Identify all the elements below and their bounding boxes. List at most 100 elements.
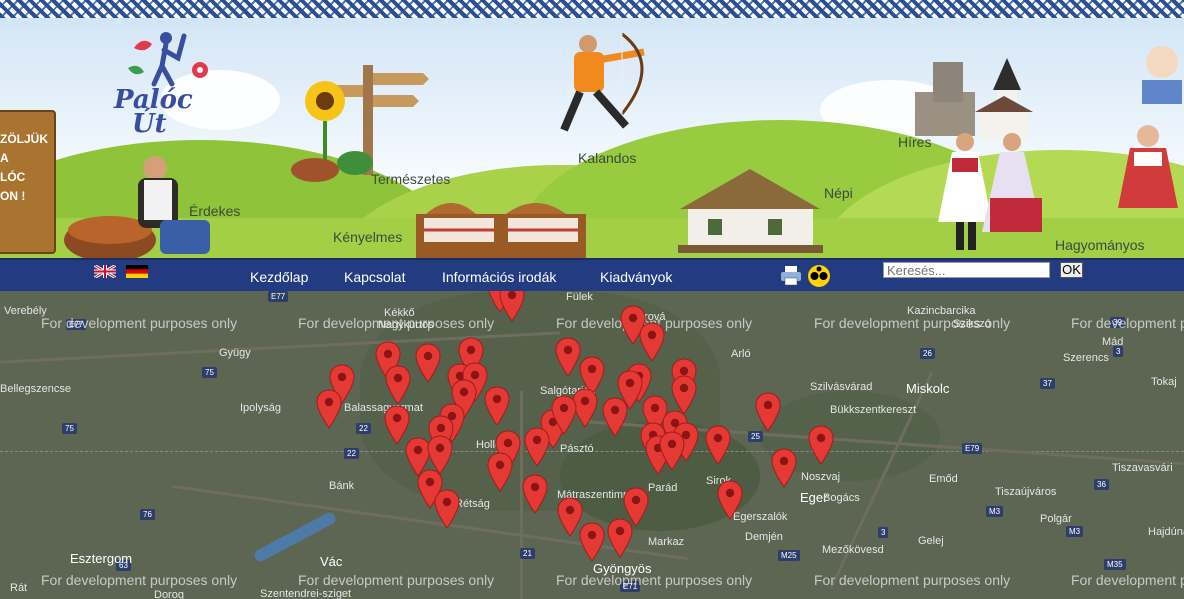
map-marker-pin-icon[interactable]: [607, 518, 633, 558]
map-watermark: For development purposes only: [41, 572, 238, 588]
map-marker-pin-icon[interactable]: [484, 386, 510, 426]
search-ok-button[interactable]: OK: [1060, 262, 1083, 278]
header-banner: Palóc Út ZÖLJÜK A LÓC ON ! Érdekes Termé…: [0, 0, 1184, 258]
town-label: Arló: [731, 348, 751, 360]
town-label: Bükkszentkereszt: [830, 404, 917, 416]
map-marker-pin-icon[interactable]: [524, 427, 550, 467]
sign-line: ON !: [0, 189, 26, 203]
map-marker-pin-icon[interactable]: [499, 291, 525, 322]
map-marker-pin-icon[interactable]: [415, 343, 441, 383]
road-shield: 22: [356, 423, 371, 434]
wooden-sign: ZÖLJÜK A LÓC ON !: [0, 110, 56, 254]
road-shield: 75: [62, 423, 77, 434]
map-marker-pin-icon[interactable]: [659, 431, 685, 471]
map-marker-pin-icon[interactable]: [771, 448, 797, 488]
logo-text: Palóc Út: [114, 87, 193, 137]
road-shield: 3: [878, 527, 889, 538]
sign-line: ZÖLJÜK: [0, 132, 48, 146]
english-flag-icon[interactable]: [94, 265, 116, 278]
category-nepi[interactable]: Népi: [824, 185, 853, 201]
town-label: Tiszavasvári: [1112, 462, 1173, 474]
map-watermark: For development purposes only: [814, 572, 1011, 588]
town-label: Gyügy: [219, 347, 251, 359]
map-watermark: For development purposes only: [814, 315, 1011, 331]
map-marker-pin-icon[interactable]: [639, 322, 665, 362]
category-termeszetes[interactable]: Természetes: [371, 171, 450, 187]
accessibility-icon[interactable]: [807, 264, 831, 288]
town-label: Szilvásvárad: [810, 381, 873, 393]
town-label: Szentendrei-sziget: [260, 588, 352, 599]
road-shield: 75: [202, 367, 217, 378]
road-shield: 21: [520, 548, 535, 559]
folk-dolls-image: [1118, 46, 1182, 208]
map-marker-pin-icon[interactable]: [385, 365, 411, 405]
town-label: Gelej: [918, 535, 944, 547]
road-shield: 76: [140, 509, 155, 520]
map-marker-pin-icon[interactable]: [434, 489, 460, 529]
map-marker-pin-icon[interactable]: [808, 425, 834, 465]
road-shield: M3: [986, 506, 1004, 517]
town-label: Tiszaújváros: [995, 486, 1057, 498]
town-label: Vác: [320, 554, 343, 569]
sign-line: LÓC: [0, 170, 26, 184]
town-label: Polgár: [1040, 513, 1072, 525]
map-view[interactable]: E77 E77 75 75 22 22 76 63 21 E71 25 26 3…: [0, 291, 1184, 599]
road-shield: 37: [1040, 378, 1055, 389]
road-shield: 22: [344, 448, 359, 459]
palocut-logo[interactable]: Palóc Út: [114, 28, 214, 148]
map-marker-pin-icon[interactable]: [705, 425, 731, 465]
town-label: Ipolyság: [240, 402, 281, 414]
road-shield: E77: [268, 291, 289, 302]
map-watermark: For development purposes only: [556, 572, 753, 588]
folk-dancers-image: [938, 133, 1042, 250]
sign-line: A: [0, 151, 9, 165]
town-label: Demjén: [745, 531, 783, 543]
map-watermark: For development purposes only: [41, 315, 238, 331]
map-marker-pin-icon[interactable]: [522, 474, 548, 514]
map-marker-pin-icon[interactable]: [671, 375, 697, 415]
town-label: Esztergom: [70, 551, 133, 566]
town-label: Noszvaj: [801, 471, 841, 483]
road-shield: E79: [962, 443, 983, 454]
nav-info-offices-link[interactable]: Információs irodák: [442, 269, 556, 285]
main-navigation-bar: Kezdőlap Kapcsolat Információs irodák Ki…: [0, 258, 1184, 291]
town-label: Bellegszencse: [0, 383, 71, 395]
nav-publications-link[interactable]: Kiadványok: [600, 269, 672, 285]
town-label: Fülek: [566, 291, 593, 303]
category-hagyomanyos[interactable]: Hagyományos: [1055, 237, 1145, 253]
german-flag-icon[interactable]: [126, 265, 148, 278]
map-watermark: For development purposes only: [298, 315, 495, 331]
town-label: Bogács: [823, 492, 860, 504]
town-label: Hajdúná: [1148, 526, 1184, 538]
map-marker-pin-icon[interactable]: [755, 392, 781, 432]
nav-home-link[interactable]: Kezdőlap: [250, 269, 308, 285]
town-label: Markaz: [648, 536, 685, 548]
town-label: Bánk: [329, 480, 355, 492]
map-marker-pin-icon[interactable]: [717, 480, 743, 520]
road-shield: M35: [1104, 559, 1126, 570]
search-input[interactable]: [883, 262, 1050, 278]
map-watermark: For development purposes only: [1071, 315, 1184, 331]
category-kalandos[interactable]: Kalandos: [578, 150, 636, 166]
map-marker-pin-icon[interactable]: [487, 452, 513, 492]
town-label: Mezőkövesd: [822, 544, 884, 556]
category-erdekes[interactable]: Érdekes: [189, 203, 240, 219]
map-marker-pin-icon[interactable]: [316, 389, 342, 429]
map-marker-pin-icon[interactable]: [551, 395, 577, 435]
nav-contact-link[interactable]: Kapcsolat: [344, 269, 405, 285]
map-marker-pin-icon[interactable]: [579, 522, 605, 562]
road-shield: M3: [1066, 526, 1084, 537]
archer-image: [560, 32, 645, 132]
map-marker-pin-icon[interactable]: [602, 397, 628, 437]
town-label: Rétság: [455, 498, 490, 510]
category-hires[interactable]: Híres: [898, 134, 931, 150]
folk-pattern-border: [0, 0, 1184, 18]
town-label: Mád: [1102, 336, 1124, 348]
map-watermark: For development purposes only: [1071, 572, 1184, 588]
printer-icon[interactable]: [780, 266, 802, 286]
category-kenyelmes[interactable]: Kényelmes: [333, 229, 402, 245]
map-marker-pin-icon[interactable]: [555, 337, 581, 377]
town-label: Emőd: [929, 473, 958, 485]
town-label: Parád: [648, 482, 678, 494]
wooden-beds-image: [416, 203, 586, 258]
